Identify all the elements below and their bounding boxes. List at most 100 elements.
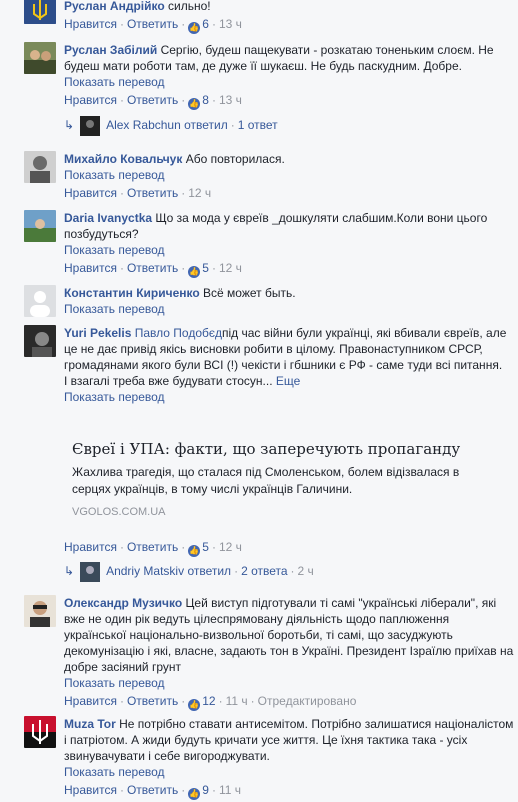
comment-actions: Нравится · Ответить · 👍 9 · 11 ч — [64, 782, 514, 800]
avatar[interactable] — [24, 285, 56, 317]
comment-author[interactable]: Константин Кириченко — [64, 286, 200, 300]
reply-button[interactable]: Ответить — [127, 261, 178, 275]
reply-button[interactable]: Ответить — [127, 17, 178, 31]
comment-author[interactable]: Олександр Музичко — [64, 596, 182, 610]
timestamp[interactable]: 12 ч — [188, 186, 211, 200]
like-button[interactable]: Нравится — [64, 261, 117, 275]
separator: · — [119, 261, 124, 275]
reply-button[interactable]: Ответить — [127, 694, 178, 708]
avatar[interactable] — [24, 716, 56, 748]
avatar[interactable] — [24, 42, 56, 74]
like-count[interactable]: 6 — [202, 17, 209, 31]
like-icon: 👍 — [188, 98, 201, 110]
comment-actions: Нравится · Ответить · 👍 5 · 12 ч — [64, 260, 514, 278]
comment-author[interactable]: Михайло Ковальчук — [64, 152, 182, 166]
timestamp[interactable]: 11 ч — [226, 694, 248, 708]
reply-button[interactable]: Ответить — [127, 186, 178, 200]
reply-action: ответил — [187, 564, 232, 579]
show-translation-link[interactable]: Показать перевод — [64, 675, 514, 691]
see-more-link[interactable]: Еще — [276, 374, 300, 388]
view-replies-link[interactable]: ↳ Andriy Matskiv ответил · 2 ответа · 2 ч — [64, 562, 314, 582]
like-button[interactable]: Нравится — [64, 694, 117, 708]
separator: · — [211, 783, 216, 797]
reply-button[interactable]: Ответить — [127, 93, 178, 107]
reply-author[interactable]: Andriy Matskiv — [106, 564, 184, 578]
like-count[interactable]: 12 — [202, 694, 215, 708]
reply-button[interactable]: Ответить — [127, 540, 178, 554]
comment-actions: Нравится · Ответить · 👍 5 · 12 ч — [64, 539, 242, 557]
link-title[interactable]: Євреї і УПА: факти, що заперечують пропа… — [72, 440, 472, 458]
avatar[interactable] — [24, 151, 56, 183]
comment-text: Всё может быть. — [203, 286, 296, 300]
comment-text-continued: І взагалі треба вже будувати стосун... — [64, 374, 273, 388]
separator: · — [211, 93, 216, 107]
avatar[interactable] — [24, 0, 56, 24]
comment-author[interactable]: Muza Tor — [64, 717, 116, 731]
timestamp[interactable]: 13 ч — [219, 93, 242, 107]
separator: · — [119, 93, 124, 107]
like-count[interactable]: 5 — [202, 261, 209, 275]
like-icon: 👍 — [188, 266, 201, 278]
reply-count[interactable]: 2 ответа — [241, 564, 287, 578]
show-translation-link[interactable]: Показать перевод — [64, 389, 514, 405]
red-black-emblem-icon — [24, 716, 56, 748]
timestamp[interactable]: 12 ч — [219, 540, 242, 554]
like-count[interactable]: 8 — [202, 93, 209, 107]
separator: · — [211, 17, 216, 31]
comment-author[interactable]: Руслан Забілий — [64, 43, 157, 57]
avatar[interactable] — [24, 210, 56, 242]
comment-actions: Нравится · Ответить · 12 ч — [64, 185, 514, 201]
edited-label[interactable]: Отредактировано — [258, 694, 357, 708]
separator: · — [181, 694, 186, 708]
separator: · — [119, 17, 124, 31]
separator: · — [181, 17, 186, 31]
reply-count[interactable]: 1 ответ — [238, 118, 278, 132]
like-count[interactable]: 9 — [202, 783, 209, 797]
comment-author[interactable]: Daria Ivanyctka — [64, 211, 152, 225]
trident-emblem-icon — [24, 0, 56, 24]
like-icon: 👍 — [188, 22, 201, 34]
show-translation-link[interactable]: Показать перевод — [64, 74, 514, 90]
show-translation-link[interactable]: Показать перевод — [64, 242, 514, 258]
separator: · — [290, 564, 295, 579]
separator: · — [181, 93, 186, 107]
separator: · — [181, 261, 186, 275]
show-translation-link[interactable]: Показать перевод — [64, 167, 514, 183]
comment-actions: Нравится · Ответить · 👍 6 · 13 ч — [64, 16, 514, 34]
separator: · — [119, 540, 124, 554]
mention-link[interactable]: Павло Подобєд — [135, 326, 222, 340]
reply-author[interactable]: Alex Rabchun — [106, 118, 181, 132]
timestamp[interactable]: 13 ч — [219, 17, 242, 31]
separator: · — [119, 694, 124, 708]
avatar — [80, 116, 101, 136]
comment-author[interactable]: Yuri Pekelis — [64, 326, 131, 340]
show-translation-link[interactable]: Показать перевод — [64, 764, 514, 780]
like-button[interactable]: Нравится — [64, 186, 117, 200]
timestamp[interactable]: 11 ч — [219, 783, 241, 797]
view-replies-link[interactable]: ↳ Alex Rabchun ответил · 1 ответ — [64, 116, 278, 136]
like-button[interactable]: Нравится — [64, 17, 117, 31]
show-translation-link[interactable]: Показать перевод — [64, 301, 514, 317]
avatar[interactable] — [24, 595, 56, 627]
separator: · — [234, 564, 239, 579]
user-photo-icon — [24, 595, 56, 627]
link-description: Жахлива трагедія, що сталася під Смоленс… — [72, 465, 460, 496]
separator: · — [218, 694, 223, 708]
like-button[interactable]: Нравится — [64, 783, 117, 797]
separator: · — [119, 186, 124, 200]
link-preview[interactable]: Євреї і УПА: факти, що заперечують пропа… — [72, 440, 472, 518]
like-button[interactable]: Нравится — [64, 540, 117, 554]
comment-author[interactable]: Руслан Андрійко — [64, 0, 165, 13]
like-count[interactable]: 5 — [202, 540, 209, 554]
reply-button[interactable]: Ответить — [127, 783, 178, 797]
avatar[interactable] — [24, 325, 56, 357]
comment-text: Не потрібно ставати антисемітом. Потрібн… — [64, 717, 514, 763]
avatar — [80, 562, 101, 582]
user-photo-icon — [24, 151, 56, 183]
like-icon: 👍 — [188, 788, 201, 800]
like-button[interactable]: Нравится — [64, 93, 117, 107]
comment-text: під час війни були українці, які вбивали… — [64, 326, 507, 372]
comment-actions: Нравится · Ответить · 👍 12 · 11 ч · Отредактирова… — [64, 693, 514, 711]
separator: · — [230, 118, 235, 133]
timestamp[interactable]: 12 ч — [219, 261, 242, 275]
